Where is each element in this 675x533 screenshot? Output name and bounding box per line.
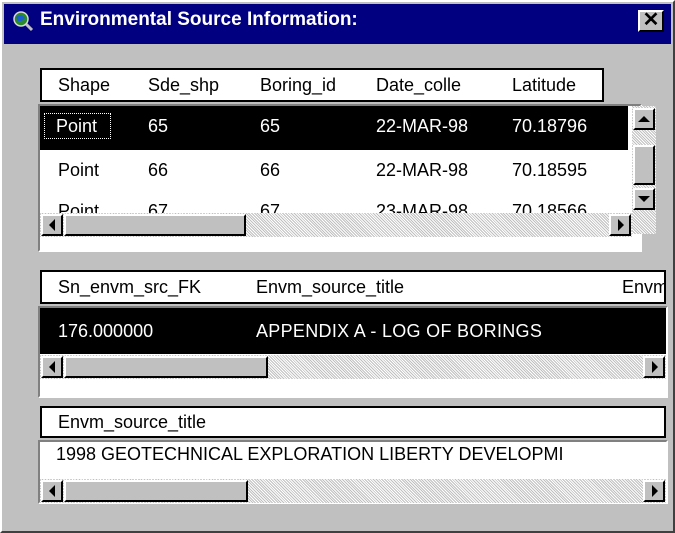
- scroll-left-button[interactable]: [41, 480, 63, 502]
- grid1-col-sde-shp[interactable]: Sde_shp: [148, 74, 219, 96]
- arrow-left-icon: [49, 219, 55, 231]
- grid3-value-clip: 1998 GEOTECHNICAL EXPLORATION LIBERTY DE…: [42, 442, 664, 466]
- arrow-right-icon: [618, 219, 624, 231]
- grid2-col-envm-source-title[interactable]: Envm_source_title: [256, 276, 404, 298]
- table-cell[interactable]: 67: [148, 200, 168, 213]
- close-button[interactable]: ✕: [638, 10, 664, 32]
- grid1-col-shape[interactable]: Shape: [58, 74, 110, 96]
- table-cell[interactable]: 66: [260, 159, 280, 181]
- table-cell[interactable]: Point: [58, 200, 99, 213]
- window-title: Environmental Source Information:: [40, 9, 358, 30]
- arrow-down-icon: [638, 196, 650, 202]
- table-cell[interactable]: 65: [148, 115, 168, 137]
- table-cell[interactable]: 66: [148, 159, 168, 181]
- table-cell[interactable]: 23-MAR-98: [376, 200, 468, 213]
- table-cell[interactable]: APPENDIX A - LOG OF BORINGS: [256, 320, 542, 342]
- table-cell[interactable]: Point: [44, 113, 112, 139]
- scroll-thumb[interactable]: [64, 480, 248, 502]
- scroll-down-button[interactable]: [633, 188, 655, 210]
- scroll-up-button[interactable]: [633, 108, 655, 130]
- source-title-value[interactable]: 1998 GEOTECHNICAL EXPLORATION LIBERTY DE…: [56, 443, 564, 465]
- table-cell[interactable]: 67: [260, 200, 280, 213]
- grid2-header-clip: Sn_envm_src_FK Envm_source_title Envm: [42, 272, 664, 302]
- globe-search-icon: [12, 10, 34, 32]
- table-cell[interactable]: Point: [58, 159, 99, 181]
- table-cell[interactable]: 70.18595: [512, 159, 587, 181]
- grid3-col-envm-source-title[interactable]: Envm_source_title: [58, 411, 206, 433]
- grid1-col-latitude[interactable]: Latitude: [512, 74, 576, 96]
- table-row[interactable]: Point 67 67 23-MAR-98 70.18566: [40, 190, 628, 213]
- scroll-thumb[interactable]: [64, 356, 268, 378]
- arrow-right-icon: [652, 485, 658, 497]
- arrow-left-icon: [49, 485, 55, 497]
- grid2-col-sn-envm-src-fk[interactable]: Sn_envm_src_FK: [58, 276, 201, 298]
- grid2-col-envm[interactable]: Envm: [622, 276, 664, 298]
- scroll-right-button[interactable]: [609, 214, 631, 236]
- scroll-right-button[interactable]: [643, 356, 665, 378]
- grid1-col-boring-id[interactable]: Boring_id: [260, 74, 336, 96]
- scroll-left-button[interactable]: [41, 214, 63, 236]
- table-cell[interactable]: 22-MAR-98: [376, 159, 468, 181]
- table-cell[interactable]: 70.18566: [512, 200, 587, 213]
- arrow-right-icon: [652, 361, 658, 373]
- scroll-right-button[interactable]: [643, 480, 665, 502]
- arrow-left-icon: [49, 361, 55, 373]
- table-cell[interactable]: 70.18796: [512, 115, 587, 137]
- table-cell[interactable]: 65: [260, 115, 280, 137]
- table-cell[interactable]: 176.000000: [58, 320, 153, 342]
- scroll-thumb[interactable]: [633, 145, 655, 185]
- grid1-col-date[interactable]: Date_colle: [376, 74, 461, 96]
- scroll-thumb[interactable]: [64, 214, 246, 236]
- table-cell[interactable]: 22-MAR-98: [376, 115, 468, 137]
- arrow-up-icon: [638, 116, 650, 122]
- scroll-left-button[interactable]: [41, 356, 63, 378]
